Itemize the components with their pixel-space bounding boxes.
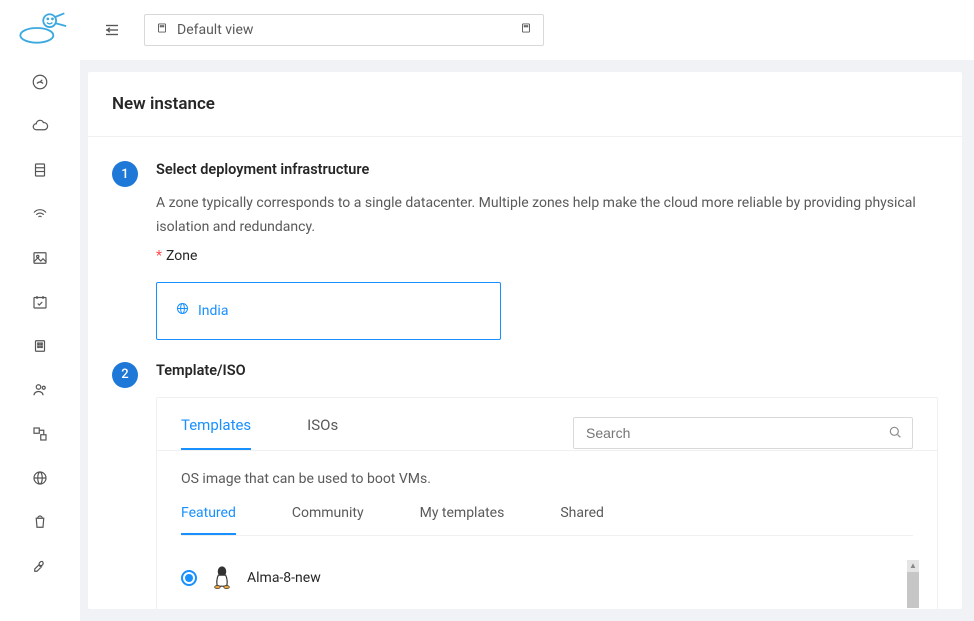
tab-templates[interactable]: Templates [181, 416, 251, 450]
tab-isos[interactable]: ISOs [307, 416, 338, 450]
nav-roles[interactable] [20, 370, 60, 410]
subtab-my-templates[interactable]: My templates [420, 505, 505, 535]
nav-images[interactable] [20, 238, 60, 278]
step-1: 1 Select deployment infrastructure A zon… [112, 161, 938, 340]
content-card: New instance 1 Select deployment infrast… [88, 72, 962, 609]
nav-projects[interactable] [20, 326, 60, 366]
top-bar: Default view [80, 0, 974, 60]
page-title: New instance [112, 94, 938, 114]
step-1-title: Select deployment infrastructure [156, 161, 938, 178]
subtab-featured[interactable]: Featured [181, 505, 236, 535]
zone-select-india[interactable]: India [156, 282, 501, 340]
zone-value: India [198, 303, 228, 319]
project-icon [155, 21, 169, 39]
app-logo[interactable] [10, 8, 70, 48]
nav-storage[interactable] [20, 150, 60, 190]
card-header: New instance [88, 72, 962, 137]
main-area: Default view New instance 1 Select deplo… [80, 0, 974, 621]
step-badge-1: 1 [112, 161, 138, 187]
nav-affinity[interactable] [20, 414, 60, 454]
subtab-community[interactable]: Community [292, 505, 364, 535]
template-panel: Templates ISOs [156, 397, 938, 609]
template-description: OS image that can be used to boot VMs. [181, 471, 913, 487]
nav-dashboard[interactable] [20, 62, 60, 102]
nav-offerings[interactable] [20, 502, 60, 542]
nav-cloud[interactable] [20, 106, 60, 146]
nav-events[interactable] [20, 282, 60, 322]
view-selector[interactable]: Default view [144, 14, 544, 46]
collapse-toggle[interactable] [96, 14, 128, 46]
radio-selected[interactable] [181, 570, 197, 586]
subtab-shared[interactable]: Shared [560, 505, 604, 535]
nav-config[interactable] [20, 546, 60, 586]
search-icon [887, 424, 903, 444]
zone-field-label: *Zone [156, 248, 938, 264]
nav-regions[interactable] [20, 458, 60, 498]
step-1-description: A zone typically corresponds to a single… [156, 192, 938, 240]
project-icon-right [519, 21, 533, 39]
left-sidebar [0, 0, 80, 621]
step-badge-2: 2 [112, 362, 138, 388]
nav-network[interactable] [20, 194, 60, 234]
linux-icon [211, 566, 233, 590]
scrollbar[interactable]: ▲ [907, 560, 919, 609]
template-name: Alma-8-new [247, 570, 321, 586]
view-label: Default view [177, 22, 253, 38]
step-2: 2 Template/ISO Templates ISOs [112, 362, 938, 609]
step-2-title: Template/ISO [156, 362, 938, 379]
globe-icon [175, 301, 190, 320]
template-search-input[interactable] [573, 417, 913, 449]
template-option-alma-8-new[interactable]: Alma-8-new [181, 566, 913, 590]
